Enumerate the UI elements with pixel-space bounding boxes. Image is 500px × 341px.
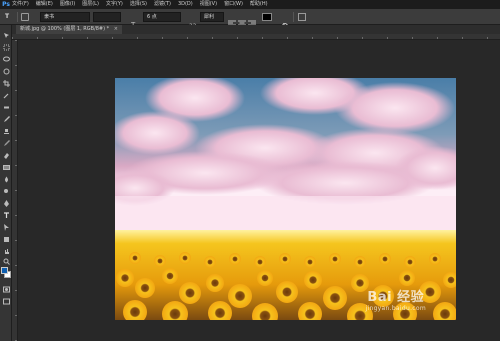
menu-edit[interactable]: 编辑(E) [36,0,53,9]
align-left-icon[interactable] [228,13,236,28]
eraser-icon[interactable] [2,151,10,159]
eyedropper-icon[interactable] [2,91,10,99]
shape-icon[interactable] [2,235,10,243]
font-size-select[interactable]: 6 点 [143,12,181,22]
warp-text-icon[interactable]: T [281,13,289,29]
blur-icon[interactable] [2,175,10,183]
orientation-toggle-icon[interactable] [21,13,29,21]
menu-type[interactable]: 文字(Y) [106,0,123,9]
watermark: Bai 经验 jingyan.baidu.com [366,286,426,312]
watermark-url: jingyan.baidu.com [365,305,426,312]
sunflower-field-image [115,78,456,320]
align-center-icon[interactable] [238,13,246,28]
document-tab[interactable]: 新城.jpg @ 100% (图层 1, RGB/8#) * × [16,25,122,34]
document-tab-label: 新城.jpg @ 100% (图层 1, RGB/8#) * [20,26,110,32]
move-icon[interactable] [2,31,10,39]
quick-select-icon[interactable] [2,67,10,75]
menu-view[interactable]: 视图(V) [200,0,217,9]
separator [293,12,294,22]
menu-select[interactable]: 选择(S) [130,0,147,9]
app-logo: Ps [2,1,10,8]
font-size-icon: T [130,13,139,29]
text-color-swatch[interactable] [262,13,272,21]
gradient-icon[interactable] [2,163,10,171]
horizontal-ruler[interactable] [12,34,500,40]
lasso-icon[interactable] [2,55,10,63]
vertical-ruler[interactable] [12,40,18,341]
align-right-icon[interactable] [248,13,256,28]
tools-panel [0,25,12,341]
menu-layer[interactable]: 图层(L) [82,0,99,9]
options-bar: T 隶书 T 6 点 aa 犀利 T [0,9,500,29]
healing-icon[interactable] [2,103,10,111]
menu-bar: Ps 文件(F) 编辑(E) 图像(I) 图层(L) 文字(Y) 选择(S) 滤… [0,0,500,9]
path-select-icon[interactable] [2,223,10,231]
history-brush-icon[interactable] [2,139,10,147]
pen-icon[interactable] [2,199,10,207]
dodge-icon[interactable] [2,187,10,195]
menu-image[interactable]: 图像(I) [60,0,75,9]
quick-mask-icon[interactable] [2,285,10,293]
anti-alias-select[interactable]: 犀利 [200,12,224,22]
brush-icon[interactable] [2,115,10,123]
canvas-image[interactable]: Bai 经验 jingyan.baidu.com [115,78,456,320]
document-tab-bar: 新城.jpg @ 100% (图层 1, RGB/8#) * × [12,25,500,34]
photoshop-window: Ps 文件(F) 编辑(E) 图像(I) 图层(L) 文字(Y) 选择(S) 滤… [0,0,500,341]
font-style-select[interactable] [93,12,121,22]
menu-file[interactable]: 文件(F) [12,0,29,9]
menu-help[interactable]: 帮助(H) [250,0,268,9]
watermark-logo: Bai 经验 [367,290,425,305]
separator [17,12,18,22]
crop-icon[interactable] [2,79,10,87]
stamp-icon[interactable] [2,127,10,135]
foreground-color[interactable] [1,267,8,274]
menu-filter[interactable]: 滤镜(T) [154,0,171,9]
color-swatches[interactable] [1,267,11,279]
zoom-icon[interactable] [2,257,10,265]
hand-icon[interactable] [2,247,10,255]
menu-3d[interactable]: 3D(D) [178,0,193,9]
anti-alias-icon: aa [189,13,197,29]
marquee-icon[interactable] [2,43,10,51]
character-panel-icon[interactable] [298,13,306,21]
screen-mode-icon[interactable] [2,297,10,305]
close-icon[interactable]: × [114,26,118,32]
menu-window[interactable]: 窗口(W) [224,0,243,9]
type-icon[interactable] [2,211,10,219]
font-family-select[interactable]: 隶书 [40,12,90,22]
type-tool-icon[interactable]: T [5,12,9,22]
